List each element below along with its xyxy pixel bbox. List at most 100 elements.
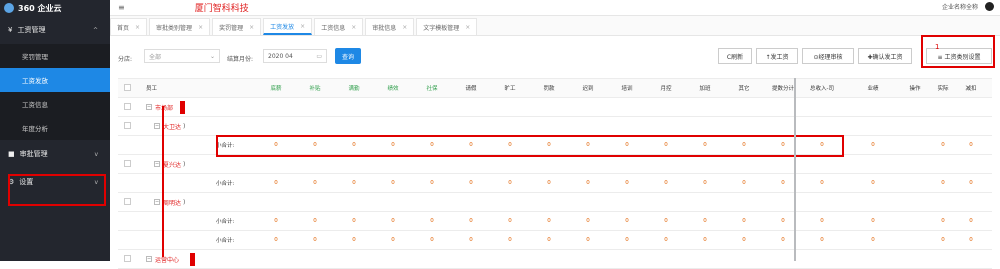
table-cell: 0	[547, 142, 551, 148]
collapse-icon[interactable]: −	[154, 123, 160, 129]
close-icon[interactable]: ×	[135, 24, 140, 31]
sidebar-item-salary-pay[interactable]: 工资发放	[0, 68, 110, 92]
sidebar-item-rewards[interactable]: 奖罚管理	[0, 44, 110, 68]
column-header[interactable]: 总收入-司	[805, 79, 839, 97]
sidebar: 360 企业云 ¥ 工资管理 ^ 奖罚管理 工资发放 工资信息 年度分析 ■ 审…	[0, 0, 110, 261]
annotation-marker	[180, 101, 185, 114]
table-cell: 0	[871, 142, 875, 148]
close-icon[interactable]: ×	[198, 24, 203, 31]
month-picker[interactable]: 2020 04 ▭	[263, 49, 327, 63]
column-header[interactable]: 减扣	[954, 79, 988, 97]
collapse-icon[interactable]: −	[154, 161, 160, 167]
calendar-icon: ▭	[316, 52, 322, 60]
table-cell: 0	[742, 237, 746, 243]
tab-item[interactable]: 文字模板管理 ×	[416, 18, 478, 35]
collapse-icon[interactable]: −	[146, 256, 152, 262]
table-cell: 0	[969, 218, 973, 224]
column-header[interactable]: 满勤	[337, 79, 371, 97]
table-row: − 周明达)	[118, 193, 992, 212]
table-cell: 0	[969, 237, 973, 243]
table-cell: 0	[969, 142, 973, 148]
table-row: 小合计: 0 0 0 0 0 0 0 0 0 0 0 0 0 0 0 0 0 0	[118, 136, 992, 155]
dept-select[interactable]: 全部 ⌄	[144, 49, 220, 63]
month-value: 2020 04	[268, 52, 293, 60]
column-header[interactable]: 业绩	[856, 79, 890, 97]
tab-item[interactable]: 审批类别管理 ×	[149, 18, 211, 35]
sidebar-group-settings[interactable]: ⚙ 设置 v	[0, 168, 110, 196]
topbar: ≡ 厦门智科科技 企业名称全称	[110, 0, 1000, 16]
select-all-checkbox[interactable]	[124, 84, 131, 91]
query-button[interactable]: 查询	[335, 48, 361, 64]
column-header[interactable]: 底薪	[259, 79, 293, 97]
close-icon[interactable]: ×	[249, 24, 254, 31]
tab-item[interactable]: 工资信息 ×	[314, 18, 364, 35]
column-header[interactable]: 迟到	[571, 79, 605, 97]
table-cell: 0	[391, 237, 395, 243]
column-header[interactable]: 其它	[727, 79, 761, 97]
employee-label: 周明达	[163, 199, 182, 207]
table-cell: 0	[430, 237, 434, 243]
dept-select-value: 全部	[149, 53, 162, 61]
refresh-button[interactable]: C刷新	[718, 48, 752, 64]
row-checkbox[interactable]	[124, 160, 131, 167]
close-icon[interactable]: ×	[402, 24, 407, 31]
column-header[interactable]: 培训	[610, 79, 644, 97]
table-cell: 0	[352, 142, 356, 148]
confirm-pay-button[interactable]: ✚确认发工资	[858, 48, 912, 64]
table-cell: 0	[625, 180, 629, 186]
employee-name[interactable]: − 大卫达)	[154, 117, 185, 135]
employee-name[interactable]: − 周明达)	[154, 193, 185, 211]
column-header[interactable]: 社保	[415, 79, 449, 97]
close-icon[interactable]: ×	[351, 24, 356, 31]
table-cell: 0	[820, 142, 824, 148]
menu-icon[interactable]: ≡	[118, 3, 125, 12]
column-header[interactable]: 罚款	[532, 79, 566, 97]
logo-icon	[4, 3, 14, 13]
subtotal-label: 小合计:	[216, 219, 235, 225]
annotation-marker	[190, 253, 195, 266]
sidebar-group-label: 审批管理	[19, 150, 48, 158]
table-cell: 0	[820, 180, 824, 186]
close-icon[interactable]: ×	[300, 23, 305, 30]
table-cell: 0	[469, 218, 473, 224]
company-name[interactable]: 企业名称全称	[942, 2, 978, 11]
department-name[interactable]: − 市场部	[146, 98, 173, 116]
row-checkbox[interactable]	[124, 103, 131, 110]
table-cell: 0	[625, 237, 629, 243]
column-header[interactable]: 请假	[454, 79, 488, 97]
close-icon[interactable]: ×	[465, 24, 470, 31]
table-cell: 0	[508, 142, 512, 148]
department-label: 市场部	[155, 104, 174, 112]
row-checkbox[interactable]	[124, 198, 131, 205]
avatar[interactable]	[985, 2, 994, 11]
column-header[interactable]: 月控	[649, 79, 683, 97]
tab-item[interactable]: 首页 ×	[110, 18, 148, 35]
sidebar-item-salary-info[interactable]: 工资信息	[0, 92, 110, 116]
column-header[interactable]: 加班	[688, 79, 722, 97]
row-checkbox[interactable]	[124, 122, 131, 129]
collapse-icon[interactable]: −	[146, 104, 152, 110]
tab-label: 首页	[117, 24, 130, 32]
column-header[interactable]: 旷工	[493, 79, 527, 97]
table-cell: 0	[871, 237, 875, 243]
employee-name[interactable]: − 夏兴达)	[154, 155, 185, 173]
table-cell: 0	[469, 180, 473, 186]
column-header[interactable]: 补贴	[298, 79, 332, 97]
tab-label: 审批信息	[372, 24, 397, 32]
table-cell: 0	[391, 142, 395, 148]
tab-item[interactable]: 奖罚管理 ×	[212, 18, 262, 35]
table-header: 员工 底薪 补贴 满勤 绩效 社保 请假 旷工 罚款 迟到 培训 月控 加班 其它 提数分计 总收入-司 业绩操…	[118, 78, 992, 98]
tab-item[interactable]: 工资发放 ×	[263, 18, 313, 35]
document-icon: ■	[8, 150, 15, 158]
collapse-icon[interactable]: −	[154, 199, 160, 205]
column-header[interactable]: 绩效	[376, 79, 410, 97]
pay-salary-button[interactable]: ↑发工资	[756, 48, 798, 64]
sidebar-group-approval[interactable]: ■ 审批管理 v	[0, 140, 110, 168]
sidebar-item-annual-analysis[interactable]: 年度分析	[0, 116, 110, 140]
manager-audit-button[interactable]: ⊙经理审核	[802, 48, 854, 64]
column-header[interactable]: 员工	[146, 79, 206, 97]
tab-item[interactable]: 审批信息 ×	[365, 18, 415, 35]
employee-suffix: )	[183, 160, 186, 168]
sidebar-group-salary[interactable]: ¥ 工资管理 ^	[0, 16, 110, 44]
month-label: 结算月份:	[227, 56, 254, 63]
